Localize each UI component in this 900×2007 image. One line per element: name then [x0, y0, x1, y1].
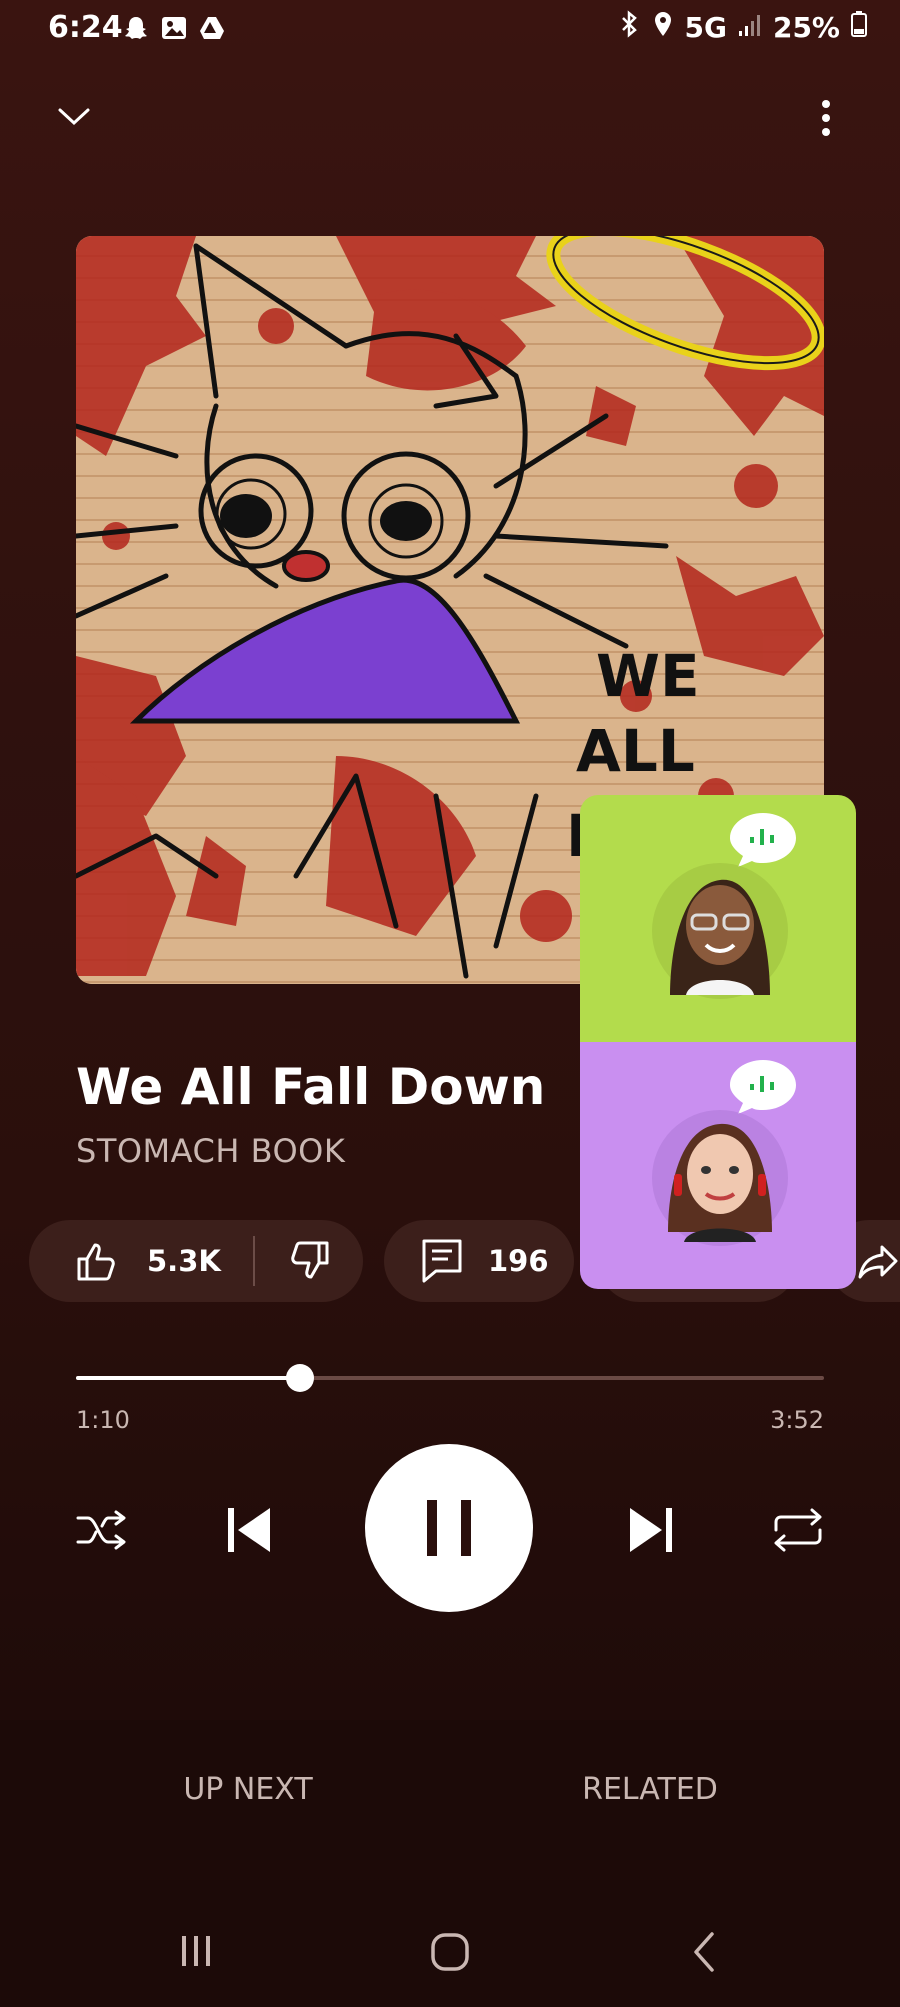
drive-icon — [198, 14, 226, 42]
navigation-bar — [0, 1880, 900, 2007]
svg-text:ALL: ALL — [576, 717, 695, 785]
like-button[interactable]: 5.3K — [29, 1237, 253, 1285]
recent-apps-icon — [182, 1936, 210, 1966]
more-options-button[interactable] — [808, 96, 844, 140]
call-participant-tile[interactable] — [580, 1042, 856, 1289]
artist-name[interactable]: STOMACH BOOK — [76, 1132, 345, 1170]
home-icon — [431, 1933, 469, 1971]
location-icon — [651, 10, 675, 45]
repeat-button[interactable] — [768, 1500, 828, 1560]
back-icon — [694, 1932, 714, 1972]
comments-button[interactable]: 196 — [384, 1220, 574, 1302]
call-participant-tile[interactable] — [580, 795, 856, 1042]
dislike-button[interactable] — [255, 1237, 363, 1285]
avatar — [652, 863, 788, 999]
share-icon — [858, 1245, 898, 1279]
status-time: 6:24 — [48, 10, 123, 45]
seek-thumb[interactable] — [286, 1364, 315, 1392]
skip-next-icon — [630, 1508, 672, 1552]
notification-icons — [122, 14, 226, 42]
comment-icon — [422, 1239, 462, 1283]
shuffle-button[interactable] — [72, 1500, 132, 1560]
next-button[interactable] — [622, 1500, 682, 1560]
bluetooth-icon — [617, 10, 641, 45]
home-button[interactable] — [428, 1930, 472, 1974]
collapse-button[interactable] — [52, 96, 96, 136]
status-right: 5G 25% — [617, 10, 869, 45]
thumb-down-icon — [291, 1241, 329, 1279]
comment-count: 196 — [488, 1244, 549, 1278]
snapchat-icon — [122, 14, 150, 42]
pause-icon — [427, 1500, 471, 1556]
skip-previous-icon — [228, 1508, 270, 1552]
shuffle-icon — [76, 1510, 126, 1550]
gallery-icon — [160, 14, 188, 42]
pause-button[interactable] — [365, 1444, 533, 1612]
video-call-overlay[interactable] — [580, 795, 856, 1289]
bottom-tabs — [0, 1720, 900, 1860]
chevron-down-icon — [58, 108, 90, 126]
recent-apps-button[interactable] — [176, 1930, 216, 1970]
like-dislike-pill: 5.3K — [29, 1220, 363, 1302]
svg-text:WE: WE — [596, 642, 700, 710]
seek-bar-progress — [76, 1376, 301, 1380]
back-button[interactable] — [684, 1930, 724, 1974]
song-title: We All Fall Down — [76, 1058, 546, 1116]
like-count: 5.3K — [147, 1244, 221, 1278]
thumb-up-icon — [77, 1243, 115, 1281]
more-vert-icon — [822, 100, 830, 136]
tab-up-next[interactable]: UP NEXT — [148, 1772, 348, 1807]
status-bar: 6:24 5G 25% — [0, 0, 900, 60]
signal-icon — [737, 11, 763, 44]
network-label: 5G — [684, 11, 727, 44]
time-elapsed: 1:10 — [76, 1406, 130, 1434]
battery-icon — [850, 10, 868, 45]
previous-button[interactable] — [218, 1500, 278, 1560]
repeat-icon — [774, 1508, 822, 1552]
battery-label: 25% — [772, 11, 840, 44]
tab-related[interactable]: RELATED — [550, 1772, 750, 1807]
avatar — [652, 1110, 788, 1246]
time-total: 3:52 — [770, 1406, 824, 1434]
